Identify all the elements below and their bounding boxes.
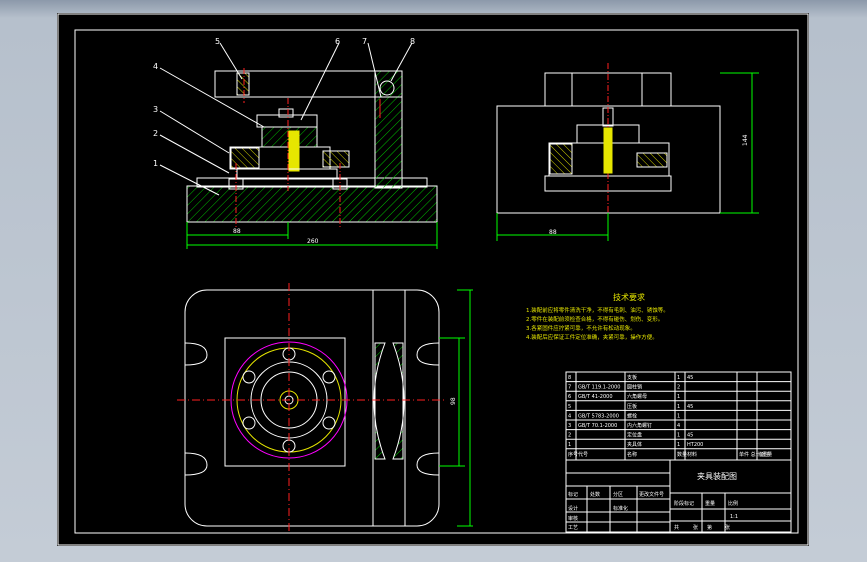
bom-cell: 压板 [627,403,637,410]
bom-cell: 圆柱销 [627,384,642,391]
leader-label: 8 [410,37,415,46]
title-label: 共 [674,524,679,531]
title-label: 重量 [705,500,715,507]
title-label: 张 [693,524,698,531]
bom-cell: 1 [677,433,680,439]
bom-cell: 定位盘 [627,432,642,439]
bom-cell: 1 [568,442,571,448]
bom-cell: HT200 [687,442,703,448]
cad-viewport[interactable]: 5 6 7 8 4 3 2 1 88 260 88 144 98 技术要求 1.… [0,0,867,562]
bom-cell: 内六角螺钉 [627,422,652,429]
drawing-sheet: 5 6 7 8 4 3 2 1 88 260 88 144 98 技术要求 1.… [57,13,809,546]
bom-cell: 六角螺母 [627,393,647,400]
title-label: 处数 [590,491,600,498]
bom-cell: 4 [568,413,571,419]
bom-cell: 2 [677,385,680,391]
bom-cell: 1 [677,404,680,410]
bom-cell: 2 [568,433,571,439]
leader-label: 7 [362,37,367,46]
scale-value: 1:1 [730,514,738,520]
bill-of-materials: 8 支板 1 457 GB/T 119.1-2000 圆柱销 26 GB/T 41-2000 六… [565,371,792,461]
title-label: 比例 [728,500,738,507]
bom-header-cell: 名称 [627,451,637,458]
bom-cell: GB/T 119.1-2000 [578,385,620,391]
bom-cell: GB/T 5783-2000 [578,413,619,419]
bom-header-cell: 数量 [677,451,687,458]
bom-header-cell: 代号 [578,451,588,458]
leader-label: 6 [335,37,340,46]
title-label: 更改文件号 [639,491,664,498]
title-label: 张 [725,524,730,531]
title-label: 审核 [568,515,578,522]
dimension-text: 144 [742,134,749,146]
bom-cell: 45 [687,433,693,439]
bom-cell: 7 [568,385,571,391]
top-dimensions [439,289,473,527]
notes-title: 技术要求 [613,292,645,302]
bom-cell: 1 [677,394,680,400]
title-label: 标准化 [613,505,628,512]
notes-line: 2.零件在装配前须检查合格，不得有碰伤、划伤、变形。 [526,315,663,323]
bom-cell: 45 [687,404,693,410]
leader-label: 4 [153,62,158,71]
dimension-text: 88 [233,228,241,235]
title-label: 分区 [613,491,623,498]
base-body [186,185,438,223]
title-label: 工艺 [568,525,578,531]
bom-cell: 4 [677,423,680,429]
bom-header-cell: 材料 [687,451,697,458]
leader-label: 3 [153,105,158,114]
bom-cell: 6 [568,394,571,400]
dimension-text: 88 [549,229,557,236]
bom-cell: 螺栓 [627,412,637,419]
title-label: 标记 [568,491,578,498]
bom-cell: 支板 [627,374,637,381]
drawing-name: 夹具装配图 [697,471,737,481]
bom-cell: 1 [677,413,680,419]
assembly-drawing: 5 6 7 8 4 3 2 1 88 260 88 144 98 技术要求 1.… [57,13,809,546]
bom-cell: GB/T 41-2000 [578,394,613,400]
bom-cell: 1 [677,442,680,448]
bom-cell: 3 [568,423,571,429]
side-view [496,63,721,214]
outer-border [57,13,809,546]
dimension-text: 260 [307,238,319,245]
bom-cell: 45 [687,375,693,381]
leader-label: 2 [153,129,158,138]
leader-label: 5 [215,37,220,46]
front-view [159,42,438,228]
title-label: 设计 [568,505,578,512]
bom-cell: 5 [568,404,571,410]
bom-header-cell: 序号 [568,451,578,458]
bom-cell: GB/T 70.1-2000 [578,423,617,429]
bom-header-cell: 备注 [759,451,769,458]
bom-cell: 夹具体 [627,441,642,448]
bom-cell: 1 [677,375,680,381]
bom-cell: 8 [568,375,571,381]
notes-line: 3.各紧固件应拧紧可靠，不允许有松动现象。 [526,324,636,332]
top-view [177,283,447,533]
title-label: 阶段标记 [674,500,694,507]
dimension-text: 98 [450,397,457,405]
notes-line: 4.装配后应保证工件定位准确，夹紧可靠，操作方便。 [526,333,658,341]
title-label: 第 [707,524,712,531]
notes-line: 1.装配前应将零件清洗干净，不得有毛刺、油污、锈蚀等。 [526,306,669,314]
leader-label: 1 [153,159,158,168]
technical-notes: 技术要求 1.装配前应将零件清洗干净，不得有毛刺、油污、锈蚀等。 2.零件在装配… [526,292,669,341]
